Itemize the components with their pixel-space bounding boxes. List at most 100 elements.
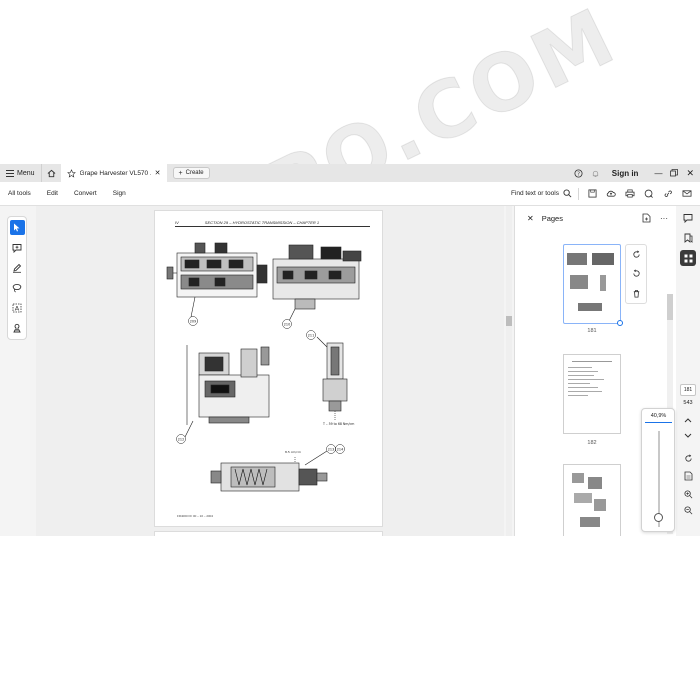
select-tool[interactable] xyxy=(9,220,25,235)
toolbar-sign[interactable]: Sign xyxy=(105,190,134,197)
add-comment-tool[interactable] xyxy=(10,240,25,255)
close-window-icon[interactable]: ✕ xyxy=(686,168,694,179)
grid-icon xyxy=(684,254,692,262)
document-scroll-thumb[interactable] xyxy=(506,316,512,326)
thumbnail-182-preview xyxy=(568,361,612,396)
find-tools[interactable]: Find text or tools xyxy=(511,189,578,198)
callout-211: 211 xyxy=(308,333,314,337)
mail-icon[interactable] xyxy=(682,189,692,198)
close-panel-icon[interactable]: ✕ xyxy=(527,214,534,223)
pages-panel-title: Pages xyxy=(541,213,563,223)
page-fit-button[interactable] xyxy=(680,468,696,484)
document-scrollbar[interactable] xyxy=(506,206,512,536)
close-tab-icon[interactable]: ✕ xyxy=(155,169,161,177)
callout-212: 212 xyxy=(178,437,184,441)
toolbar-divider xyxy=(578,187,579,200)
find-label: Find text or tools xyxy=(510,190,559,197)
zoom-value-input[interactable]: 40,9% xyxy=(645,413,672,423)
drawing-cartridge xyxy=(316,336,348,421)
comments-button[interactable] xyxy=(680,210,696,226)
callout-210: 210 xyxy=(284,322,290,326)
refresh-button[interactable] xyxy=(680,450,696,466)
main-toolbar: All tools Edit Convert Sign Find text or… xyxy=(0,182,700,206)
thumbnail-181-label: 181 xyxy=(587,328,597,334)
drawing-valve-block xyxy=(166,242,268,318)
pdf-next-page xyxy=(154,531,383,536)
cloud-upload-icon[interactable] xyxy=(606,189,616,198)
thumbnail-181-preview xyxy=(567,253,614,311)
thumbnail-actions xyxy=(625,244,647,304)
comment-plus-icon xyxy=(12,243,22,253)
menu-label: Menu xyxy=(17,169,35,177)
caption-small: 8.5 cm/cm xyxy=(285,450,301,454)
minimize-icon[interactable]: — xyxy=(654,169,662,178)
rotate-clockwise-icon[interactable] xyxy=(632,250,641,259)
next-page-button[interactable] xyxy=(680,428,696,444)
zoom-slider-handle[interactable] xyxy=(654,512,663,522)
thumbnail-181-corner xyxy=(617,320,623,326)
drawing-solenoid-block xyxy=(184,345,270,438)
pages-panel-scroll-thumb[interactable] xyxy=(667,294,673,320)
stamp-tool[interactable] xyxy=(10,320,25,335)
thumbnail-182-label: 182 xyxy=(587,440,597,446)
thumbnail-page-183[interactable] xyxy=(563,464,621,536)
current-page-input[interactable]: 181 xyxy=(680,384,696,396)
link-icon[interactable] xyxy=(663,189,673,198)
acrobat-window: Menu Grape Harvester VL570 ... ✕ + Creat… xyxy=(0,164,700,536)
toolbar-convert[interactable]: Convert xyxy=(66,190,105,197)
restore-icon[interactable] xyxy=(670,169,679,177)
toolbar-all-tools[interactable]: All tools xyxy=(0,190,39,197)
document-tab[interactable]: Grape Harvester VL570 ... ✕ xyxy=(60,164,167,182)
caption-torque: T – 59 to 68 Nm/cm xyxy=(322,422,354,426)
pdf-page: IV SECTION 29 – HYDROSTATIC TRANSMISSION… xyxy=(154,210,383,527)
previous-page-button[interactable] xyxy=(680,412,696,428)
lasso-tool[interactable] xyxy=(10,280,25,295)
cursor-icon xyxy=(14,223,20,232)
more-options-icon[interactable]: ··· xyxy=(660,214,668,223)
toolbar-icons xyxy=(588,189,700,198)
text-select-tool[interactable]: A xyxy=(10,300,25,315)
hydraulic-drawings: 209 210 211 212 213 214 T – 59 to 68 Nm/… xyxy=(166,242,362,492)
svg-text:A: A xyxy=(15,304,20,312)
toolbar-edit[interactable]: Edit xyxy=(39,190,66,197)
pages-button[interactable] xyxy=(680,250,696,266)
search-icon xyxy=(563,189,572,198)
home-button[interactable] xyxy=(40,164,61,182)
document-viewport[interactable]: IV SECTION 29 – HYDROSTATIC TRANSMISSION… xyxy=(36,206,504,536)
callout-213: 213 xyxy=(328,447,334,451)
page-count: 543 xyxy=(683,400,693,406)
pen-icon xyxy=(13,263,22,273)
tab-title: Grape Harvester VL570 ... xyxy=(79,169,151,177)
rotate-counterclockwise-icon[interactable] xyxy=(632,269,641,278)
create-button[interactable]: + Create xyxy=(172,167,210,179)
bell-icon[interactable] xyxy=(591,169,600,178)
draw-tool[interactable] xyxy=(10,260,25,275)
drawing-valve-section xyxy=(272,244,362,322)
zoom-out-icon xyxy=(683,505,692,514)
page-footer: FR4000 FF 00 – 10 – 2004 xyxy=(177,514,214,518)
ai-assistant-icon[interactable] xyxy=(644,189,654,198)
insert-page-icon[interactable] xyxy=(642,213,651,223)
menu-button[interactable]: Menu xyxy=(0,164,41,182)
sign-in-button[interactable]: Sign in xyxy=(612,169,639,178)
bookmarks-button[interactable] xyxy=(680,230,696,246)
zoom-out-button[interactable] xyxy=(680,502,696,518)
title-bar: Menu Grape Harvester VL570 ... ✕ + Creat… xyxy=(0,164,700,182)
thumbnail-page-182[interactable] xyxy=(563,354,621,434)
chevron-up-icon xyxy=(684,418,692,423)
thumbnail-page-181[interactable] xyxy=(563,244,621,324)
stamp-icon xyxy=(13,323,21,332)
star-icon[interactable] xyxy=(66,168,76,178)
callout-214: 214 xyxy=(337,447,343,451)
titlebar-right: ? Sign in — ✕ xyxy=(574,168,700,179)
help-icon[interactable]: ? xyxy=(574,168,583,178)
chevron-down-icon xyxy=(684,433,692,438)
callout-209: 209 xyxy=(190,319,196,323)
svg-text:?: ? xyxy=(577,171,580,177)
save-icon[interactable] xyxy=(588,189,597,198)
comment-icon xyxy=(683,214,693,223)
trash-icon[interactable] xyxy=(632,289,641,298)
lasso-icon xyxy=(12,283,22,292)
print-icon[interactable] xyxy=(625,189,635,198)
zoom-in-button[interactable] xyxy=(680,486,696,502)
